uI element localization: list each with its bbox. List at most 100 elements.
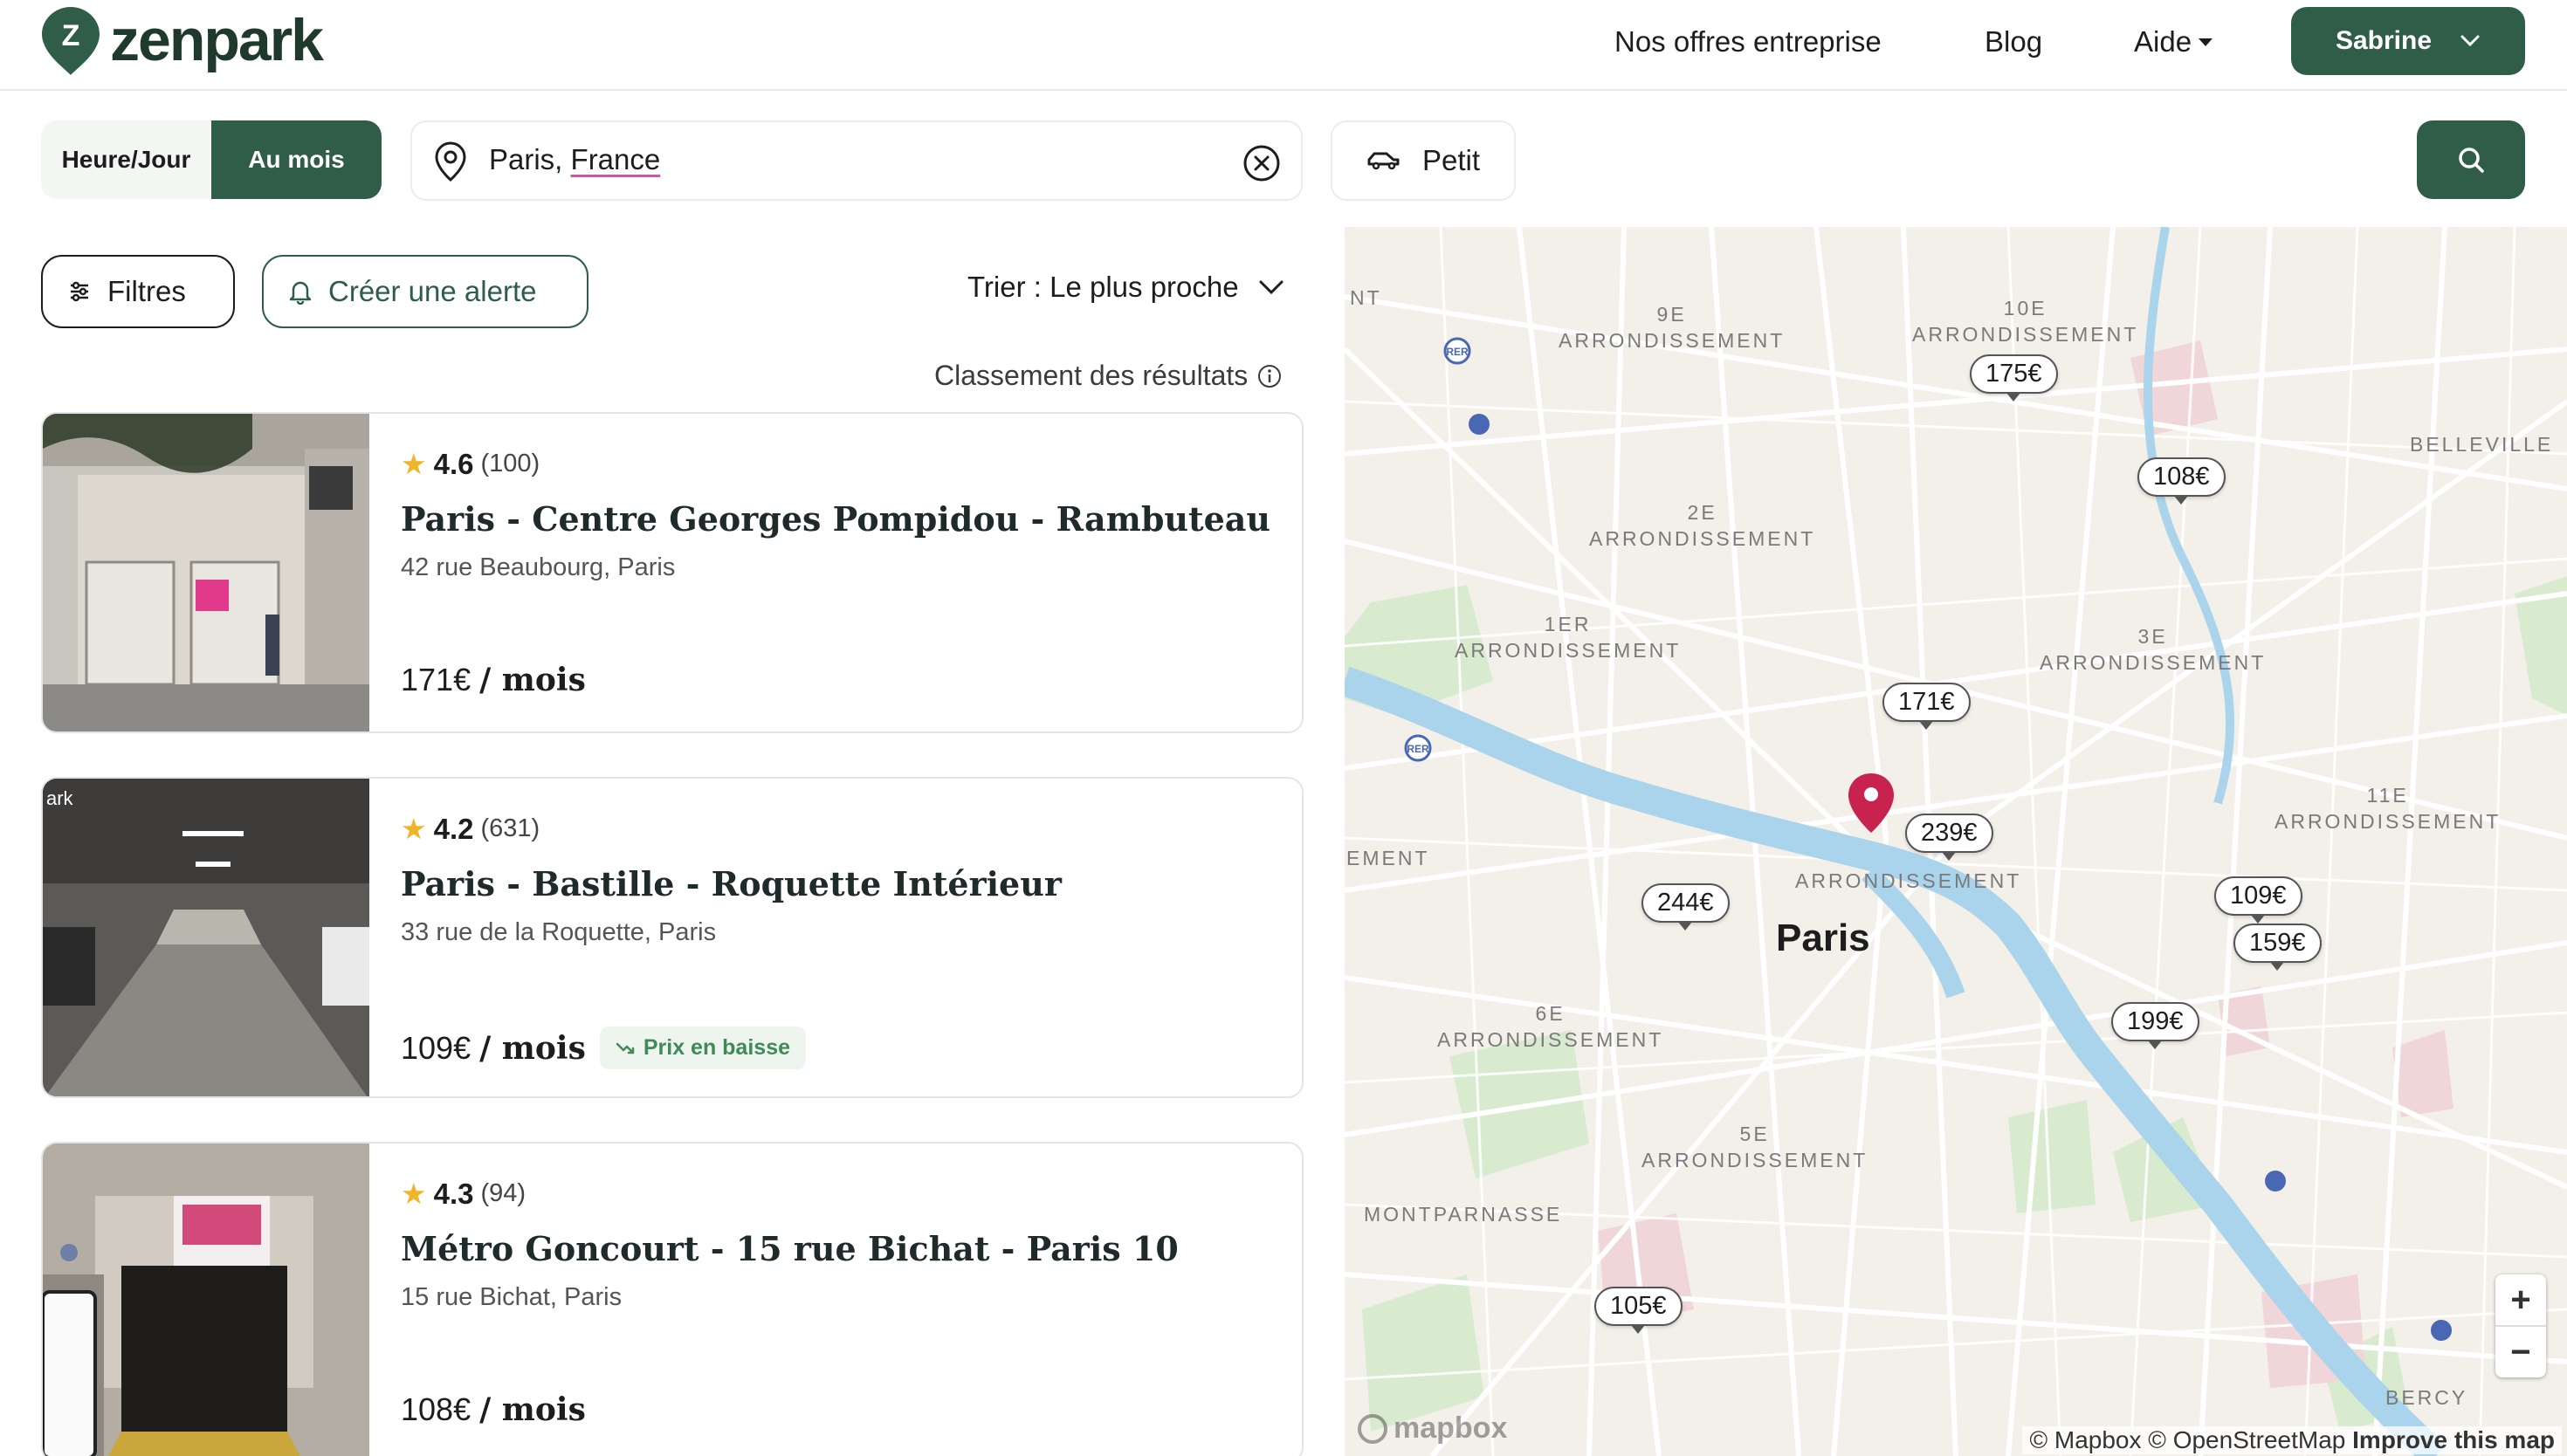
nav-blog[interactable]: Blog bbox=[1985, 21, 2042, 63]
parking-photo: ark bbox=[43, 779, 369, 1096]
search-button[interactable] bbox=[2417, 120, 2525, 199]
star-icon: ★ bbox=[401, 448, 427, 480]
rating-value: 4.2 bbox=[433, 812, 474, 845]
price-value: 108€ bbox=[401, 1391, 471, 1427]
price-value: 109€ bbox=[401, 1029, 471, 1066]
mapbox-logo[interactable]: mapbox bbox=[1357, 1411, 1507, 1446]
district-label: ARRONDISSEMENT bbox=[1795, 869, 2022, 892]
location-value: Paris, France bbox=[489, 143, 660, 176]
location-input[interactable]: Paris, France bbox=[410, 120, 1303, 201]
parking-address: 42 rue Beaubourg, Paris bbox=[401, 553, 676, 581]
svg-text:Z: Z bbox=[62, 19, 80, 52]
price-period: / mois bbox=[479, 1391, 586, 1428]
price-marker[interactable]: 239€ bbox=[1905, 814, 1993, 861]
improve-map-link[interactable]: Improve this map bbox=[2352, 1426, 2555, 1453]
vehicle-size-selector[interactable]: Petit bbox=[1331, 120, 1516, 201]
price-drop-label: Prix en baisse bbox=[643, 1035, 790, 1060]
district-label: 5E ARRONDISSEMENT bbox=[1641, 1123, 1868, 1171]
chevron-down-icon bbox=[2460, 35, 2480, 47]
trend-down-icon bbox=[616, 1042, 635, 1054]
review-count: (100) bbox=[480, 450, 540, 477]
svg-text:RER: RER bbox=[1446, 346, 1469, 358]
parking-price: 109€ / mois Prix en baisse bbox=[401, 1027, 806, 1069]
parking-photo bbox=[43, 414, 369, 731]
mode-hour-day-button[interactable]: Heure/Jour bbox=[41, 120, 211, 199]
search-icon bbox=[2459, 148, 2484, 173]
ranking-label: Classement des résultats bbox=[934, 360, 1249, 391]
price-marker[interactable]: 199€ bbox=[2111, 1002, 2199, 1049]
filters-button[interactable]: Filtres bbox=[41, 255, 235, 328]
rating: ★ 4.3 (94) bbox=[401, 1177, 526, 1211]
parking-title[interactable]: Paris - Bastille - Roquette Intérieur bbox=[401, 864, 1062, 903]
car-icon bbox=[1367, 152, 1400, 170]
city-label: Paris bbox=[1776, 917, 1870, 959]
ranking-info[interactable]: Classement des résultats bbox=[934, 360, 1283, 392]
rating-value: 4.3 bbox=[433, 1177, 474, 1210]
location-city: Paris, bbox=[489, 143, 563, 175]
location-marker-icon bbox=[1848, 773, 1894, 833]
create-alert-label: Créer une alerte bbox=[328, 275, 537, 307]
top-bar: Z zenpark Nos offres entreprise Blog Aid… bbox=[0, 0, 2567, 91]
price-marker[interactable]: 108€ bbox=[2137, 457, 2226, 505]
map[interactable]: RER RER 9E ARRONDISSEMENT 10E ARRONDISSEME… bbox=[1345, 227, 2567, 1456]
zoom-out-button[interactable]: − bbox=[2495, 1327, 2546, 1377]
user-name: Sabrine bbox=[2335, 26, 2433, 55]
location-country: France bbox=[570, 143, 661, 175]
district-label: 6E ARRONDISSEMENT bbox=[1437, 1002, 1664, 1051]
district-label: 10E ARRONDISSEMENT bbox=[1912, 297, 2139, 346]
parking-card[interactable]: ark ★ 4.2 (631) Paris - Bastille - Roque… bbox=[41, 777, 1304, 1098]
parking-card[interactable]: ★ 4.3 (94) Métro Goncourt - 15 rue Bicha… bbox=[41, 1142, 1304, 1456]
price-marker[interactable]: 105€ bbox=[1594, 1287, 1683, 1334]
district-label: BELLEVILLE bbox=[2410, 433, 2554, 456]
district-label: NT bbox=[1350, 286, 1382, 309]
mode-month-button[interactable]: Au mois bbox=[211, 120, 382, 199]
parking-address: 15 rue Bichat, Paris bbox=[401, 1283, 623, 1311]
district-label: 11E ARRONDISSEMENT bbox=[2275, 784, 2502, 833]
sort-dropdown[interactable]: Trier : Le plus proche bbox=[967, 271, 1284, 304]
svg-text:RER: RER bbox=[1407, 743, 1429, 755]
price-marker[interactable]: 175€ bbox=[1970, 354, 2058, 402]
mapbox-mark-icon bbox=[1358, 1413, 1387, 1444]
rating-value: 4.6 bbox=[433, 447, 474, 480]
price-drop-badge: Prix en baisse bbox=[599, 1027, 806, 1069]
zoom-controls: + − bbox=[2495, 1274, 2546, 1377]
parking-price: 108€ / mois bbox=[401, 1391, 586, 1428]
logo-pin-icon: Z bbox=[40, 5, 101, 75]
price-marker[interactable]: 109€ bbox=[2214, 876, 2302, 924]
parking-card[interactable]: ★ 4.6 (100) Paris - Centre Georges Pompi… bbox=[41, 412, 1304, 733]
price-marker[interactable]: 159€ bbox=[2233, 924, 2322, 971]
mapbox-wordmark: mapbox bbox=[1394, 1411, 1508, 1445]
district-label: 9E ARRONDISSEMENT bbox=[1559, 303, 1786, 352]
svg-text:ark: ark bbox=[46, 787, 74, 809]
district-label: 1ER ARRONDISSEMENT bbox=[1455, 613, 1682, 662]
info-icon bbox=[1258, 364, 1282, 388]
price-period: / mois bbox=[479, 1029, 586, 1067]
parking-title[interactable]: Paris - Centre Georges Pompidou - Rambut… bbox=[401, 499, 1270, 539]
brand-name: zenpark bbox=[110, 7, 324, 73]
chevron-down-icon bbox=[1259, 280, 1284, 295]
parking-address: 33 rue de la Roquette, Paris bbox=[401, 918, 717, 946]
rating: ★ 4.6 (100) bbox=[401, 447, 540, 481]
zenpark-logo[interactable]: Z zenpark bbox=[40, 5, 324, 75]
price-period: / mois bbox=[479, 662, 586, 698]
price-marker[interactable]: 244€ bbox=[1641, 883, 1730, 931]
sliders-icon bbox=[71, 281, 88, 302]
zoom-in-button[interactable]: + bbox=[2495, 1274, 2546, 1327]
attribution-text[interactable]: © Mapbox © OpenStreetMap bbox=[2029, 1426, 2345, 1453]
location-pin-icon bbox=[435, 141, 466, 182]
nav-aide[interactable]: Aide bbox=[2134, 21, 2213, 63]
sort-label: Trier : Le plus proche bbox=[967, 271, 1239, 303]
star-icon: ★ bbox=[401, 1178, 427, 1210]
nav-aide-label: Aide bbox=[2134, 25, 2192, 58]
district-label: MONTPARNASSE bbox=[1364, 1203, 1563, 1226]
parking-title[interactable]: Métro Goncourt - 15 rue Bichat - Paris 1… bbox=[401, 1229, 1179, 1268]
price-marker[interactable]: 171€ bbox=[1882, 683, 1971, 730]
create-alert-button[interactable]: Créer une alerte bbox=[262, 255, 588, 328]
user-menu-button[interactable]: Sabrine bbox=[2291, 7, 2525, 75]
vehicle-size-label: Petit bbox=[1421, 144, 1481, 176]
star-icon: ★ bbox=[401, 813, 427, 845]
district-label: BERCY bbox=[2385, 1386, 2468, 1409]
nav-enterprise[interactable]: Nos offres entreprise bbox=[1614, 21, 1882, 63]
clear-icon[interactable] bbox=[1242, 143, 1282, 183]
search-row: Heure/Jour Au mois Paris, France Petit bbox=[0, 91, 2567, 227]
